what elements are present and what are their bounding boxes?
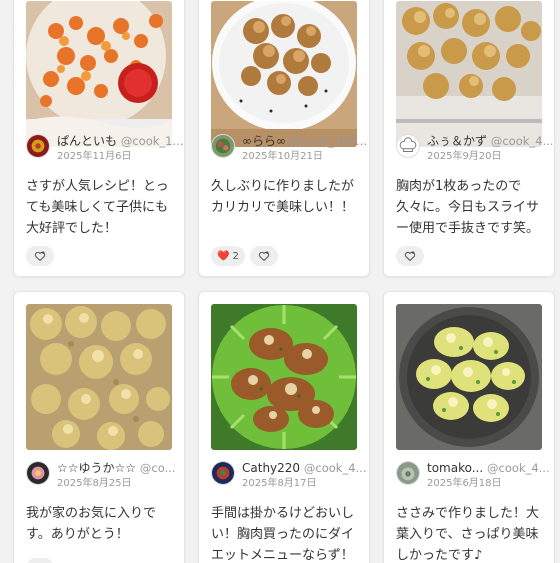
author-handle: @cook_4... xyxy=(303,461,367,475)
review-date: 2025年9月20日 xyxy=(427,151,502,162)
author-row[interactable]: Cathy220 @cook_4... 2025年8月17日 xyxy=(211,461,366,489)
review-photo[interactable] xyxy=(211,304,357,450)
avatar[interactable] xyxy=(211,134,235,158)
kakiage-photo-icon xyxy=(396,1,542,147)
author-row[interactable]: ふぅ＆かず @cook_4... 2025年9月20日 xyxy=(396,134,553,162)
avatar[interactable] xyxy=(26,461,50,485)
reaction-bar: ❤️ 2 xyxy=(211,246,278,266)
author-name-line[interactable]: ぱんといも @cook_1... xyxy=(57,134,184,148)
reaction-bar xyxy=(26,246,54,266)
heart-emoji-icon: ❤️ xyxy=(217,250,230,262)
add-reaction-button[interactable] xyxy=(249,246,278,266)
review-comment: 我が家のお気に入りです。ありがとう！ xyxy=(26,506,157,542)
corn-shiso-photo-icon xyxy=(396,304,542,450)
add-reaction-button[interactable] xyxy=(26,246,54,266)
review-photo[interactable] xyxy=(26,1,172,147)
review-date: 2025年8月17日 xyxy=(242,478,317,489)
add-reaction-button[interactable] xyxy=(26,558,54,563)
avatar[interactable] xyxy=(396,134,420,158)
fried-food-photo-icon xyxy=(26,1,172,147)
avatar-logo-icon xyxy=(212,462,234,484)
author-name[interactable]: ∞らら∞ xyxy=(242,134,286,148)
review-photo[interactable] xyxy=(211,1,357,147)
avatar-photo-icon xyxy=(27,135,49,157)
author-name-line[interactable]: ☆☆ゆうか☆☆ @co... xyxy=(57,461,184,475)
review-card[interactable]: ☆☆ゆうか☆☆ @co... 2025年8月25日 我が家のお気に入りです。あり… xyxy=(13,291,185,563)
author-row[interactable]: tomako... @cook_4... 2025年6月18日 xyxy=(396,461,550,489)
corn-fritter-photo-icon xyxy=(26,304,172,450)
author-handle: @cook_4... xyxy=(490,134,554,148)
review-card[interactable]: ぱんといも @cook_1... 2025年11月6日 さすが人気レシピ！とって… xyxy=(13,0,185,277)
tsukurepo-grid: ぱんといも @cook_1... 2025年11月6日 さすが人気レシピ！とって… xyxy=(0,0,560,563)
add-reaction-button[interactable] xyxy=(396,246,424,266)
reaction-count-button[interactable]: ❤️ 2 xyxy=(211,246,245,266)
review-photo[interactable] xyxy=(396,1,542,147)
reaction-bar xyxy=(26,558,54,563)
cheese-chicken-photo-icon xyxy=(211,304,357,450)
chef-hat-icon xyxy=(397,135,419,157)
author-name[interactable]: ぱんといも xyxy=(57,134,117,148)
review-photo[interactable] xyxy=(26,304,172,450)
author-name[interactable]: ふぅ＆かず xyxy=(427,134,487,148)
avatar-plant-icon xyxy=(212,135,234,157)
author-name-line[interactable]: Cathy220 @cook_4... xyxy=(242,461,369,475)
review-date: 2025年8月25日 xyxy=(57,478,132,489)
review-card[interactable]: ふぅ＆かず @cook_4... 2025年9月20日 胸肉が1枚あったので久々… xyxy=(383,0,555,277)
reaction-count: 2 xyxy=(232,250,239,262)
author-name-line[interactable]: ふぅ＆かず @cook_4... xyxy=(427,134,554,148)
review-comment: 胸肉が1枚あったので久々に。今日もスライサー使用で手抜きです笑。ポ... xyxy=(396,179,540,236)
author-row[interactable]: ∞らら∞ @cook_400... 2025年10月21日 xyxy=(211,134,367,162)
avatar-photo-icon xyxy=(397,462,419,484)
review-date: 2025年11月6日 xyxy=(57,151,132,162)
author-handle: @cook_400... xyxy=(289,134,368,148)
avatar[interactable] xyxy=(26,134,50,158)
author-name[interactable]: tomako... xyxy=(427,461,483,475)
author-name[interactable]: ☆☆ゆうか☆☆ xyxy=(57,461,136,475)
author-handle: @cook_1... xyxy=(120,134,184,148)
author-name[interactable]: Cathy220 xyxy=(242,461,300,475)
reaction-bar xyxy=(396,246,424,266)
review-card[interactable]: tomako... @cook_4... 2025年6月18日 ささみで作りまし… xyxy=(383,291,555,563)
author-name-line[interactable]: ∞らら∞ @cook_400... xyxy=(242,134,369,148)
review-date: 2025年6月18日 xyxy=(427,478,502,489)
add-heart-icon xyxy=(404,251,416,262)
add-heart-icon xyxy=(34,251,46,262)
author-handle: @co... xyxy=(139,461,176,475)
add-heart-icon xyxy=(258,251,269,262)
review-card[interactable]: Cathy220 @cook_4... 2025年8月17日 手間は掛かるけどお… xyxy=(198,291,370,563)
avatar-flower-icon xyxy=(27,462,49,484)
author-row[interactable]: ☆☆ゆうか☆☆ @co... 2025年8月25日 xyxy=(26,461,176,489)
review-comment: さすが人気レシピ！とっても美味しくて子供にも大好評でした！ xyxy=(26,179,169,236)
review-comment: 手間は掛かるけどおいしい！胸肉買ったのにダイエットメニューならず！ xyxy=(211,506,355,563)
author-row[interactable]: ぱんといも @cook_1... 2025年11月6日 xyxy=(26,134,183,162)
review-date: 2025年10月21日 xyxy=(242,151,323,162)
avatar[interactable] xyxy=(211,461,235,485)
review-comment: ささみで作りました！大葉入りで、さっぱり美味しかったです♪ xyxy=(396,506,540,563)
avatar[interactable] xyxy=(396,461,420,485)
review-card[interactable]: ∞らら∞ @cook_400... 2025年10月21日 久しぶりに作りました… xyxy=(198,0,370,277)
review-photo[interactable] xyxy=(396,304,542,450)
author-name-line[interactable]: tomako... @cook_4... xyxy=(427,461,554,475)
karaage-photo-icon xyxy=(211,1,357,147)
author-handle: @cook_4... xyxy=(487,461,550,475)
review-comment: 久しぶりに作りましたがカリカリで美味しい！！ xyxy=(211,179,355,215)
